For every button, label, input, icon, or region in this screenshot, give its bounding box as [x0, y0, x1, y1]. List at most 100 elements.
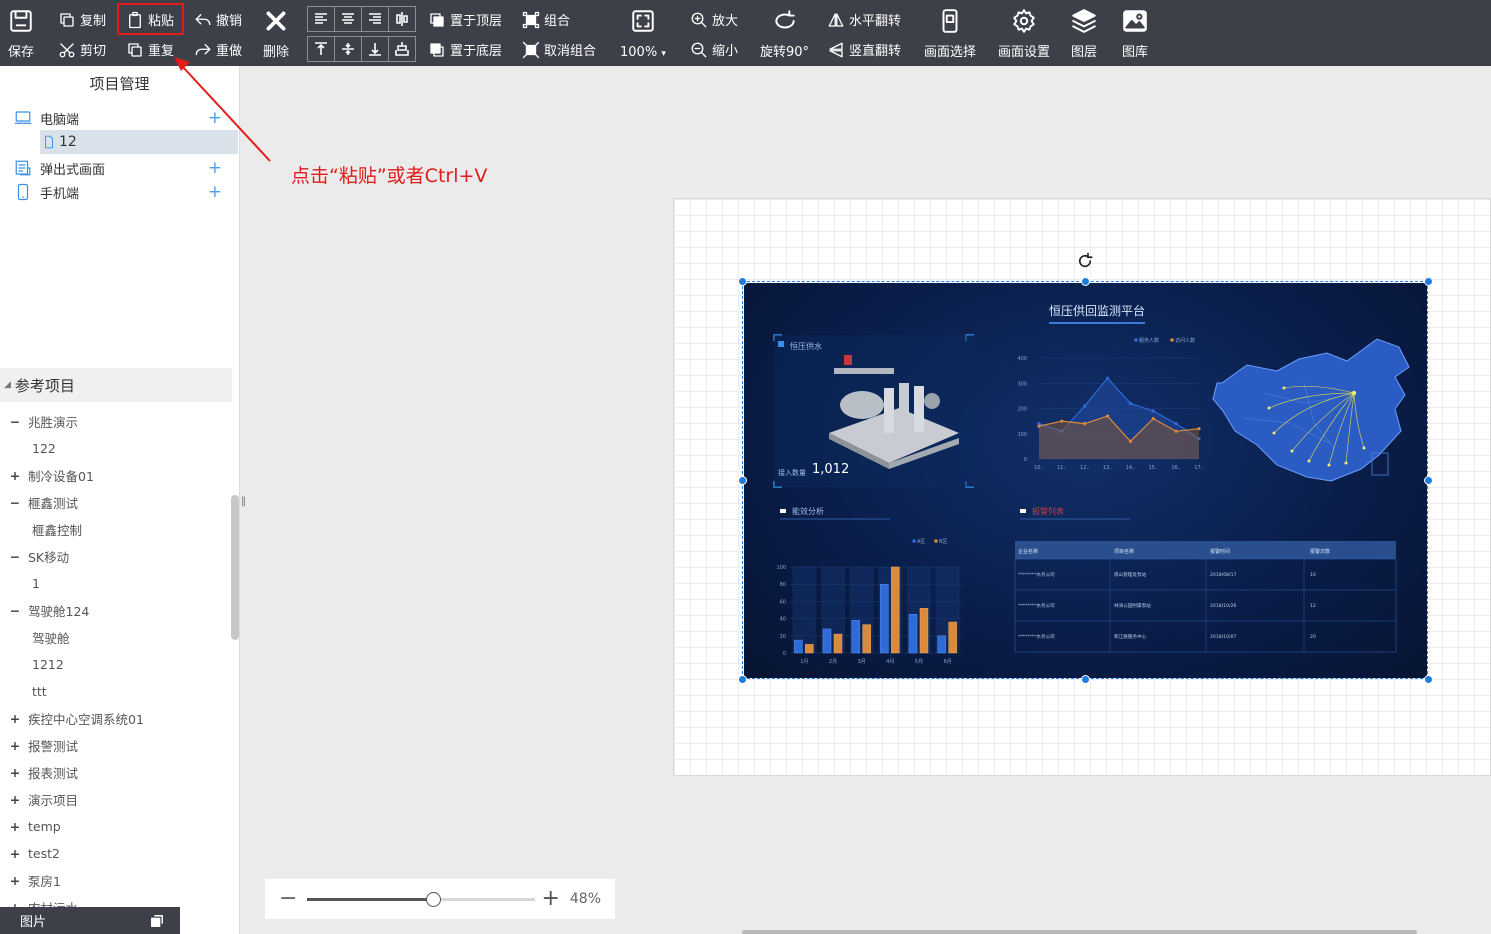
tree-item-popup[interactable]: 弹出式画面 +	[0, 156, 238, 180]
collapse-icon[interactable]: −	[6, 495, 24, 510]
expand-icon[interactable]: +	[6, 873, 24, 888]
bring-front-icon	[430, 12, 444, 27]
reference-item[interactable]: − 驾驶舱124	[0, 597, 90, 624]
undo-button[interactable]: 撤销	[194, 10, 242, 29]
rotate-handle-icon[interactable]	[1076, 252, 1094, 270]
zoom-plus-icon[interactable]: +	[541, 888, 559, 910]
resize-handle-se[interactable]	[1424, 675, 1433, 684]
reference-item[interactable]: + 演示项目	[0, 786, 78, 813]
expand-icon[interactable]: +	[6, 819, 24, 834]
repeat-button[interactable]: 重复	[126, 40, 174, 59]
reference-item[interactable]: 榧鑫控制	[0, 516, 82, 543]
reference-item-label: ttt	[32, 684, 47, 699]
zoom-slider-thumb[interactable]	[426, 892, 442, 907]
zoom-level-dropdown[interactable]: 100% ▾	[620, 8, 666, 60]
align-bottom-button[interactable]	[361, 36, 389, 62]
align-center-button[interactable]	[334, 6, 362, 32]
reference-item[interactable]: + 报警测试	[0, 732, 78, 759]
expand-icon[interactable]: +	[6, 765, 24, 780]
expand-icon[interactable]: +	[6, 846, 24, 861]
align-top-button[interactable]	[307, 36, 335, 62]
reference-item[interactable]: 驾驶舱	[0, 624, 70, 651]
flip-horizontal-button[interactable]: 水平翻转	[827, 10, 901, 29]
resize-handle-s[interactable]	[1081, 675, 1090, 684]
resize-handle-n[interactable]	[1081, 277, 1090, 286]
reference-item[interactable]: − SK移动	[0, 543, 69, 570]
add-icon[interactable]: +	[208, 108, 222, 128]
gallery-button[interactable]: 图库	[1122, 8, 1148, 60]
expand-icon[interactable]: +	[6, 468, 24, 483]
distribute-button[interactable]	[388, 36, 416, 62]
fit-screen-icon	[632, 10, 654, 32]
reference-item-label: 122	[32, 441, 56, 456]
collapse-icon[interactable]: −	[6, 603, 24, 618]
redo-button[interactable]: 重做	[194, 40, 242, 59]
add-icon[interactable]: +	[208, 158, 222, 178]
monitor-icon	[14, 111, 32, 124]
delete-button[interactable]: 删除	[263, 8, 289, 60]
reference-item[interactable]: + 制冷设备01	[0, 462, 94, 489]
send-to-bottom-button[interactable]: 置于底层	[428, 40, 502, 59]
reference-item[interactable]: − 榧鑫测试	[0, 489, 78, 516]
sidebar-scrollbar[interactable]	[231, 495, 239, 640]
expand-icon[interactable]: +	[6, 711, 24, 726]
align-hcenter-button[interactable]	[388, 6, 416, 32]
align-right-button[interactable]	[361, 6, 389, 32]
reference-item[interactable]: 1	[0, 570, 40, 597]
reference-item[interactable]: + 疾控中心空调系统01	[0, 705, 144, 732]
tree-item-mobile[interactable]: 手机端 +	[0, 180, 238, 204]
align-middle-icon	[342, 43, 354, 55]
zoom-out-button[interactable]: 缩小	[690, 40, 738, 59]
resize-handle-ne[interactable]	[1424, 277, 1433, 286]
reference-item[interactable]: ttt	[0, 678, 47, 705]
expand-icon[interactable]: +	[6, 738, 24, 753]
reference-item[interactable]: 122	[0, 435, 56, 462]
resize-handle-sw[interactable]	[738, 675, 747, 684]
zoom-slider[interactable]	[307, 892, 536, 907]
reference-item[interactable]: 1212	[0, 651, 64, 678]
align-top-icon	[315, 42, 327, 55]
align-center-icon	[342, 13, 354, 24]
expand-icon[interactable]: +	[6, 792, 24, 807]
zoom-minus-icon[interactable]: −	[279, 888, 297, 910]
collapse-icon[interactable]: −	[6, 414, 24, 429]
rotate-90-button[interactable]: 旋转90°	[760, 8, 809, 60]
reference-item[interactable]: + temp	[0, 813, 61, 840]
tree-item-desktop[interactable]: 电脑端 +	[0, 106, 238, 130]
cut-button[interactable]: 剪切	[58, 40, 106, 59]
reference-item-label: 1212	[32, 657, 64, 672]
screen-select-button[interactable]: 画面选择	[924, 8, 976, 60]
group-icon	[522, 11, 540, 28]
reference-item[interactable]: + test2	[0, 840, 60, 867]
reference-item[interactable]: + 泵房1	[0, 867, 61, 894]
add-icon[interactable]: +	[208, 182, 222, 202]
reference-panel-header[interactable]: ◢ 参考项目	[0, 368, 232, 402]
save-button[interactable]: 保存	[8, 8, 34, 60]
layers-button[interactable]: 图层	[1071, 8, 1097, 60]
align-middle-button[interactable]	[334, 36, 362, 62]
copy-button[interactable]: 复制	[58, 10, 106, 29]
reference-item-label: 报警测试	[28, 739, 79, 754]
bring-to-top-button[interactable]: 置于顶层	[428, 10, 502, 29]
image-panel-tab[interactable]: 图片	[0, 907, 180, 934]
zoom-in-button[interactable]: 放大	[690, 10, 738, 29]
reference-item-label: 演示项目	[28, 793, 79, 808]
reference-item[interactable]: + 报表测试	[0, 759, 78, 786]
screen-settings-button[interactable]: 画面设置	[998, 8, 1050, 60]
resize-handle-e[interactable]	[1424, 476, 1433, 485]
collapse-icon[interactable]: −	[6, 549, 24, 564]
group-button[interactable]: 组合	[522, 10, 570, 29]
reference-item[interactable]: − 兆胜演示	[0, 408, 78, 435]
canvas-horizontal-scrollbar[interactable]	[742, 930, 1417, 934]
flip-vertical-button[interactable]: 竖直翻转	[827, 40, 901, 59]
window-restore-icon[interactable]	[150, 914, 164, 928]
reference-item-label: 报表测试	[28, 766, 79, 781]
zoom-in-icon	[691, 12, 707, 27]
align-left-button[interactable]	[307, 6, 335, 32]
tree-item-page-12[interactable]: 12	[40, 130, 238, 154]
splitter-handle[interactable]: ‖	[241, 496, 246, 507]
reference-item-label: 兆胜演示	[28, 415, 79, 430]
resize-handle-w[interactable]	[738, 476, 747, 485]
resize-handle-nw[interactable]	[738, 277, 747, 286]
ungroup-button[interactable]: 取消组合	[522, 40, 596, 59]
